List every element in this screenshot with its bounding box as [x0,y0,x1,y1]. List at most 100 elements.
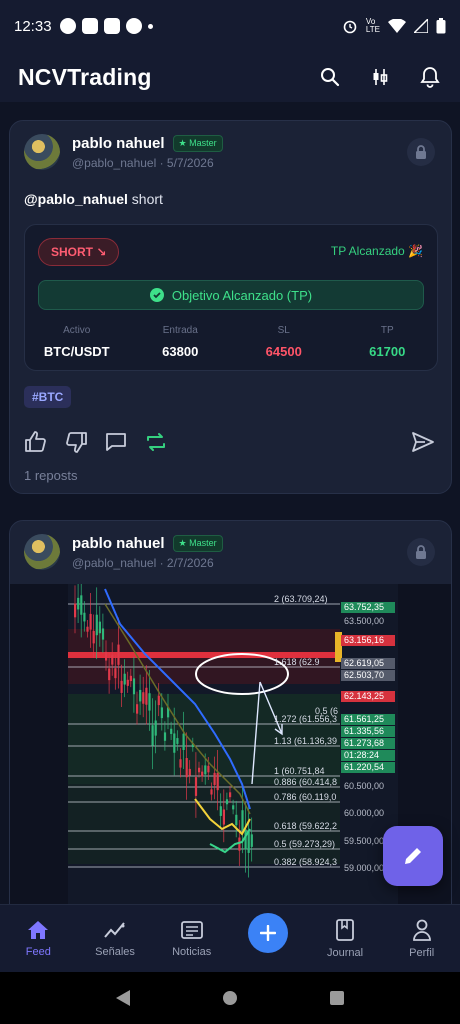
price-axis-label: 63.156,16 [344,635,384,645]
candle-body [185,758,188,778]
candle-body [123,673,126,685]
candle-body [201,771,204,777]
price-axis-label: 59.000,00 [344,863,384,873]
post-text: @pablo_nahuel short [24,191,163,207]
candle-body [210,789,213,795]
candle-body [219,806,222,816]
candle-body [247,831,250,853]
journal-icon [336,918,354,941]
author-name[interactable]: pablo nahuel [72,535,165,552]
hashtag-chip[interactable]: #BTC [24,386,72,408]
candle-body [142,692,145,704]
candle-body [108,668,111,681]
fib-level-label: 0.618 (59.622,2 [274,821,337,831]
candle-body [77,597,80,610]
repost-count[interactable]: 1 reposts [24,468,77,483]
candle-body [74,603,77,618]
stat-value: 63800 [162,344,199,359]
candle-body [176,738,179,744]
stat-label: SL [277,325,290,336]
candle-body [222,809,225,825]
price-axis-label: 01:28:24 [344,750,379,760]
nav-signals[interactable]: Señales [77,905,154,972]
recents-icon[interactable] [329,990,345,1006]
candle-body [86,626,89,632]
candle-body [80,595,83,615]
candle-body [157,695,160,706]
mention-link[interactable]: @pablo_nahuel [24,191,128,207]
stat-value: 61700 [369,344,406,359]
system-nav-bar [0,972,460,1024]
share-icon[interactable] [411,430,435,459]
compose-fab[interactable] [383,826,443,886]
short-button[interactable]: SHORT ↘ [38,238,120,266]
candle-body [92,631,95,644]
objective-reached-banner: Objetivo Alcanzado (TP) [38,280,424,310]
candle-body [83,612,86,622]
candle-body [154,720,157,736]
post-body: short [127,191,163,207]
fib-level-label: 0.382 (58.924,3 [274,857,337,867]
candle-body [163,732,167,741]
candle-body [170,728,173,734]
nav-label: Señales [95,945,135,958]
bell-icon[interactable] [418,65,442,89]
back-icon[interactable] [115,989,131,1007]
price-axis-label: 62.503,70 [344,670,384,680]
nav-journal[interactable]: Journal [307,905,384,972]
candle-body [238,837,241,851]
candle-body [188,768,191,776]
candlestick-icon[interactable] [368,65,392,89]
candle-body [145,687,148,705]
avatar[interactable] [24,534,60,570]
search-icon[interactable] [318,65,342,89]
whatsapp-icon [59,18,76,34]
author-handle: @pablo_nahuel · 5/7/2026 [72,155,214,170]
candle-body [232,805,235,810]
feed: pablo nahuel ★ Master @pablo_nahuel · 5/… [0,110,460,904]
nav-profile[interactable]: Perfil [383,905,460,972]
nav-label: Perfil [409,946,435,959]
stat-label: Entrada [162,325,198,336]
wifi-icon [388,19,406,33]
battery-icon [436,18,446,34]
candle-body [250,834,253,847]
signal-icon [414,19,428,33]
nav-label: Noticias [172,945,212,958]
stat-value: BTC/USDT [43,344,110,359]
lock-icon[interactable] [407,538,435,566]
candle-body [160,707,163,719]
nav-feed[interactable]: Feed [0,905,77,972]
stat-value: 64500 [265,344,302,359]
app-bar: NCVTrading [0,52,460,102]
master-badge: ★ Master [172,134,223,152]
candle-body [126,679,129,686]
stat-sl: SL 64500 [232,325,336,359]
fib-level-label: 0.786 (60.119,0 [274,792,336,802]
author-handle: @pablo_nahuel · 2/7/2026 [72,555,214,570]
avatar[interactable] [24,134,60,170]
nav-label: Feed [25,945,51,958]
repost-icon[interactable] [144,430,168,459]
candle-body [241,810,244,830]
nav-news[interactable]: Noticias [153,905,230,972]
home-circle-icon[interactable] [222,990,238,1006]
thumbs-down-icon[interactable] [64,430,88,459]
price-axis-label: 63.752,35 [344,602,384,612]
candle-body [129,675,132,682]
post-header: pablo nahuel ★ Master @pablo_nahuel · 5/… [24,134,223,170]
lock-icon[interactable] [407,138,435,166]
comment-icon[interactable] [104,430,128,459]
check-circle-icon [149,288,164,302]
author-name[interactable]: pablo nahuel [72,135,165,152]
candle-body [179,759,182,768]
motorola-icon [125,18,142,34]
home-icon [28,920,49,939]
post-actions [24,430,168,459]
add-button[interactable] [248,912,289,953]
thumbs-up-icon[interactable] [24,430,48,459]
bottom-nav: Feed Señales Noticias Journal Perfil [0,904,460,972]
alarm-icon [343,20,357,34]
candle-body [120,680,123,693]
news-icon [180,920,203,939]
